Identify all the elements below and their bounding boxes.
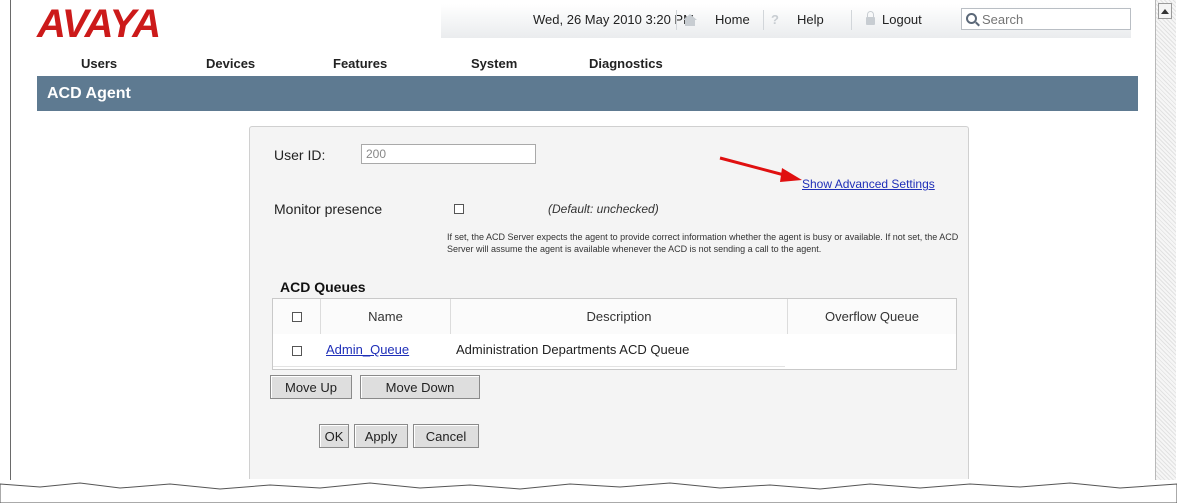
column-header-description[interactable]: Description xyxy=(451,299,788,334)
row-divider xyxy=(273,366,785,367)
avaya-logo: AVAYA xyxy=(37,2,161,46)
search-input[interactable] xyxy=(982,11,1122,27)
help-icon[interactable]: ? xyxy=(771,12,779,27)
home-link[interactable]: Home xyxy=(715,12,750,27)
select-all-header xyxy=(273,299,321,334)
queue-description: Administration Departments ACD Queue xyxy=(456,342,690,357)
top-utility-bar: Wed, 26 May 2010 3:20 PM Home ? Help Log… xyxy=(441,4,1131,38)
browser-frame: AVAYA Wed, 26 May 2010 3:20 PM Home ? He… xyxy=(10,0,1146,480)
acd-queues-heading: ACD Queues xyxy=(280,279,366,295)
page-title-bar: ACD Agent xyxy=(37,76,1138,111)
home-icon[interactable] xyxy=(683,14,697,26)
select-all-checkbox[interactable] xyxy=(291,311,302,322)
divider xyxy=(676,10,677,30)
monitor-default-note: (Default: unchecked) xyxy=(548,202,659,216)
logout-link[interactable]: Logout xyxy=(882,12,922,27)
user-id-field[interactable] xyxy=(361,144,536,164)
divider xyxy=(763,10,764,30)
apply-button[interactable]: Apply xyxy=(354,424,408,448)
main-nav: Users Devices Features System Diagnostic… xyxy=(11,56,1146,72)
nav-item-devices[interactable]: Devices xyxy=(206,56,255,71)
divider xyxy=(851,10,852,30)
queue-name-link[interactable]: Admin_Queue xyxy=(326,342,409,357)
column-header-name[interactable]: Name xyxy=(321,299,451,334)
nav-item-system[interactable]: System xyxy=(471,56,517,71)
monitor-presence-help: If set, the ACD Server expects the agent… xyxy=(447,232,959,254)
acd-agent-form: User ID: Show Advanced Settings Monitor … xyxy=(249,126,969,479)
red-arrow-annotation xyxy=(719,156,802,182)
monitor-presence-checkbox[interactable] xyxy=(454,204,464,214)
search-icon[interactable] xyxy=(966,13,977,24)
move-down-button[interactable]: Move Down xyxy=(360,375,480,399)
cancel-button[interactable]: Cancel xyxy=(413,424,479,448)
ok-button[interactable]: OK xyxy=(319,424,349,448)
search-box[interactable] xyxy=(961,8,1131,30)
acd-queues-table: Name Description Overflow Queue Admin_Qu… xyxy=(272,298,957,370)
datetime-text: Wed, 26 May 2010 3:20 PM xyxy=(533,12,694,27)
row-checkbox[interactable] xyxy=(292,346,302,356)
user-id-label: User ID: xyxy=(274,147,326,163)
help-link[interactable]: Help xyxy=(797,12,824,27)
torn-paper-edge xyxy=(0,482,1177,503)
nav-item-diagnostics[interactable]: Diagnostics xyxy=(589,56,663,71)
page-title: ACD Agent xyxy=(47,85,131,102)
move-up-button[interactable]: Move Up xyxy=(270,375,352,399)
scroll-up-arrow-icon[interactable] xyxy=(1158,3,1172,19)
monitor-presence-label: Monitor presence xyxy=(274,201,383,217)
vertical-scrollbar[interactable] xyxy=(1155,0,1176,480)
column-header-overflow-queue[interactable]: Overflow Queue xyxy=(788,299,956,334)
show-advanced-settings-link[interactable]: Show Advanced Settings xyxy=(802,177,935,191)
nav-item-features[interactable]: Features xyxy=(333,56,387,71)
nav-item-users[interactable]: Users xyxy=(81,56,117,71)
logout-lock-icon[interactable] xyxy=(866,11,875,25)
